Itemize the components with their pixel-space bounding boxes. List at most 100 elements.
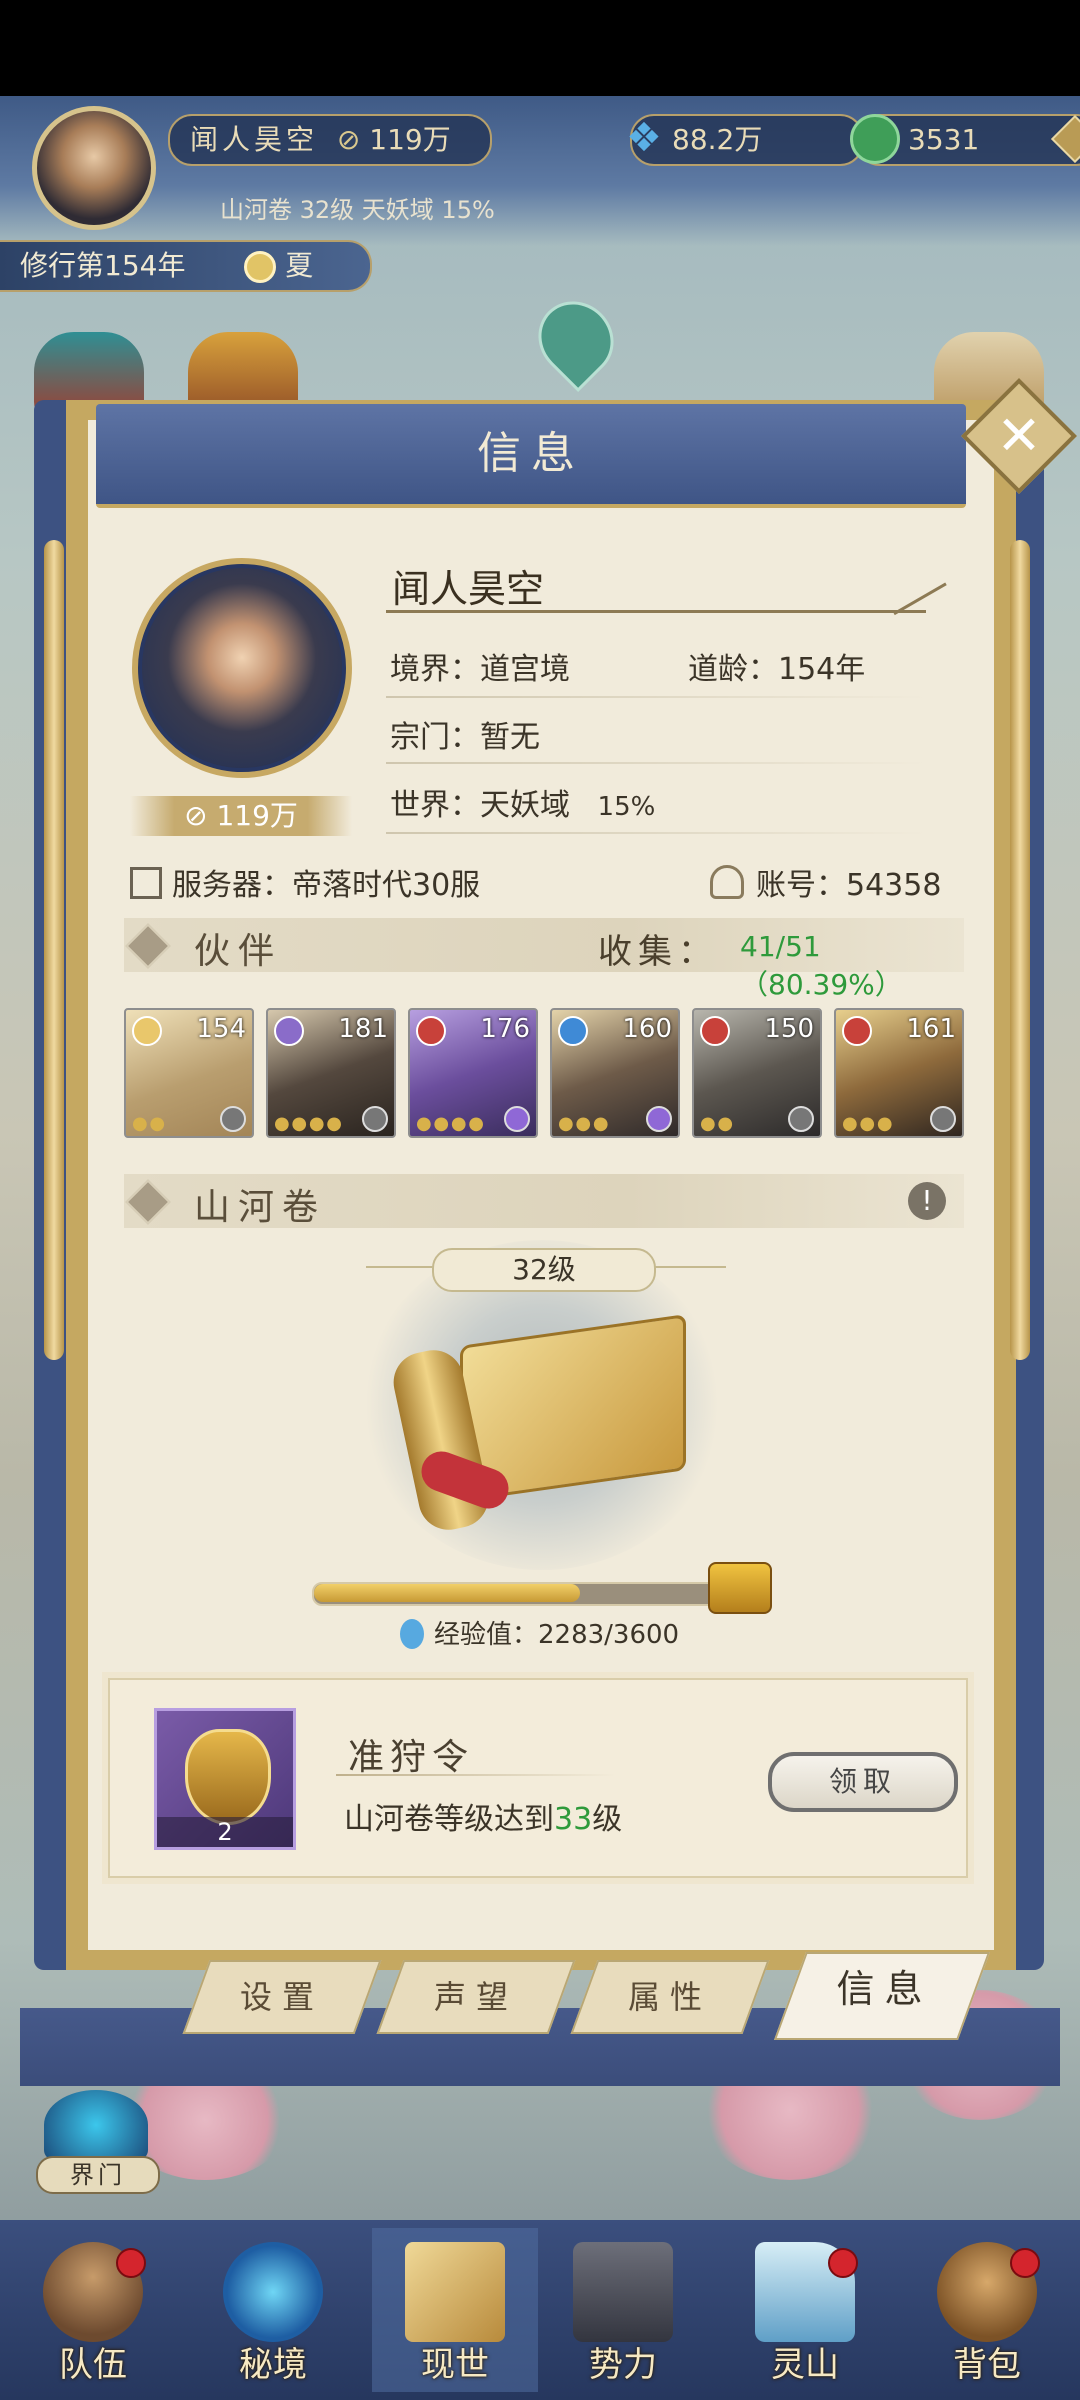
nav-secret-realm[interactable]: 秘境: [190, 2228, 356, 2392]
realm-gate-label: 界门: [36, 2156, 160, 2194]
collect-value: 41/51（80.39%）: [740, 930, 903, 1001]
partner-card[interactable]: 176 ● ● ● ●: [408, 1008, 538, 1138]
present-world-icon: [405, 2242, 505, 2342]
token-shape: [185, 1729, 271, 1825]
exp-text: 经验值：2283/3600: [434, 1620, 680, 1650]
partner-level: 181: [338, 1014, 388, 1044]
task-description: 山河卷等级达到33级: [344, 1794, 622, 1838]
tab-info-label: 信息: [836, 1967, 933, 2011]
partner-card[interactable]: 161 ● ● ●: [834, 1008, 964, 1138]
realm-label: 境界：道宫境: [390, 652, 570, 687]
resource-2-value: 3531: [908, 123, 980, 156]
partners-section-header: 伙伴 收集： 41/51（80.39%）: [124, 918, 964, 1001]
nav-team-label: 队伍: [59, 2345, 127, 2385]
player-avatar[interactable]: [32, 106, 156, 230]
rank-icon: [788, 1106, 814, 1132]
task-title: 准狩令: [348, 1737, 475, 1778]
task-title-line: [336, 1774, 616, 1776]
cultivation-year-bar: 修行第154年 夏: [0, 240, 372, 292]
nav-bag[interactable]: 背包: [904, 2228, 1070, 2392]
age-label: 道龄：154年: [688, 652, 866, 687]
partner-level: 176: [480, 1014, 530, 1044]
partner-level: 161: [906, 1014, 956, 1044]
realm-gate-button[interactable]: 界门: [36, 2090, 160, 2194]
season-icon: [244, 251, 277, 283]
power-badge: ⊘ 119万: [130, 796, 352, 836]
power-icon: ⊘: [184, 799, 217, 832]
tab-reputation[interactable]: 声望: [376, 1960, 576, 2034]
partner-card[interactable]: 160 ● ● ●: [550, 1008, 680, 1138]
element-icon: [700, 1016, 730, 1046]
power-icon: ⊘: [336, 123, 361, 156]
profile-power: 119万: [216, 799, 298, 832]
nav-present-world[interactable]: 现世: [372, 2228, 538, 2392]
right-scroll-rod: [1010, 540, 1030, 1360]
partner-stars: ● ●: [700, 1113, 733, 1134]
tab-attributes-label: 属性: [627, 1978, 712, 2016]
faction-icon: [573, 2242, 673, 2342]
resource-2-pill[interactable]: 3531: [850, 114, 1080, 166]
hunt-token-icon[interactable]: 2: [154, 1708, 296, 1850]
rank-icon: [362, 1106, 388, 1132]
resource-1-pill[interactable]: ❖ 88.2万: [626, 114, 864, 166]
world-label: 世界：天妖域 15%: [390, 780, 655, 824]
player-name-pill[interactable]: 闻人昊空 ⊘ 119万: [168, 114, 492, 166]
partner-card[interactable]: 181 ● ● ● ●: [266, 1008, 396, 1138]
divider: [386, 696, 926, 698]
notification-dot: [116, 2248, 146, 2278]
world-text: 世界：天妖域: [390, 788, 570, 823]
info-icon[interactable]: !: [908, 1182, 946, 1220]
profile-portrait[interactable]: [132, 558, 352, 778]
diamond-icon: [125, 923, 171, 969]
element-icon: [842, 1016, 872, 1046]
divider: [386, 832, 926, 834]
tab-settings[interactable]: 设置: [182, 1960, 382, 2034]
treasure-chest-icon[interactable]: [708, 1562, 772, 1614]
nav-faction[interactable]: 势力: [540, 2228, 706, 2392]
panel-header: 信息: [96, 404, 966, 508]
nav-present-world-label: 现世: [421, 2345, 489, 2385]
nav-bag-label: 背包: [953, 2345, 1021, 2385]
tab-info[interactable]: 信息: [773, 1952, 991, 2040]
sect-label: 宗门：暂无: [390, 720, 540, 755]
nav-team[interactable]: 队伍: [10, 2228, 176, 2392]
exp-label: 经验值：2283/3600: [400, 1614, 679, 1651]
profile-name: 闻人昊空: [392, 567, 545, 611]
resource-1-value: 88.2万: [672, 123, 763, 156]
nav-spirit-mountain[interactable]: 灵山: [722, 2228, 888, 2392]
partner-card[interactable]: 150 ● ●: [692, 1008, 822, 1138]
collect-label: 收集：: [598, 932, 718, 972]
jade-icon: [850, 114, 900, 164]
server-icon: [130, 867, 162, 899]
add-resource-icon[interactable]: [1050, 114, 1080, 164]
partner-level: 160: [622, 1014, 672, 1044]
scroll-status-text: 山河卷 32级 天妖域 15%: [220, 196, 495, 224]
tab-reputation-label: 声望: [433, 1978, 518, 2016]
rank-icon: [930, 1106, 956, 1132]
nav-spirit-mountain-label: 灵山: [771, 2345, 839, 2385]
panel-title: 信息: [477, 428, 585, 479]
partner-level: 150: [764, 1014, 814, 1044]
partner-card[interactable]: 154 ● ●: [124, 1008, 254, 1138]
partner-stars: ● ● ●: [842, 1113, 893, 1134]
partner-level: 154: [196, 1014, 246, 1044]
crystal-icon: ❖: [626, 115, 662, 161]
account-label: 账号：54358: [710, 860, 941, 904]
tab-settings-label: 设置: [239, 1978, 324, 2016]
element-icon: [416, 1016, 446, 1046]
element-icon: [132, 1016, 162, 1046]
scroll-level: 32级: [432, 1248, 656, 1292]
tab-attributes[interactable]: 属性: [570, 1960, 770, 2034]
season-text: 夏: [285, 249, 314, 282]
power-value: 119万: [369, 123, 451, 156]
partner-stars: ● ●: [132, 1113, 165, 1134]
exp-icon: [400, 1619, 424, 1649]
rank-icon: [646, 1106, 672, 1132]
left-scroll-rod: [44, 540, 64, 1360]
exp-bar-fill: [314, 1584, 580, 1602]
partner-stars: ● ● ●: [558, 1113, 609, 1134]
element-icon: [274, 1016, 304, 1046]
claim-button[interactable]: 领取: [768, 1752, 958, 1812]
task-desc-level: 33: [554, 1802, 593, 1837]
partner-stars: ● ● ● ●: [274, 1113, 342, 1134]
